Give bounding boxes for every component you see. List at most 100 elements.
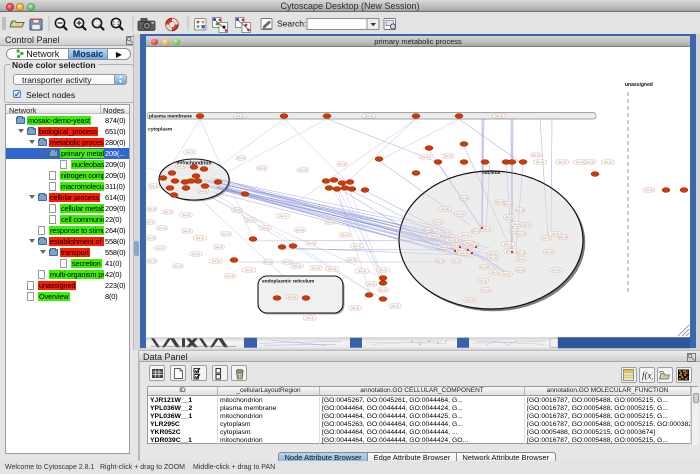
svg-text:[Go-nt]: [Go-nt] — [246, 218, 254, 222]
svg-text:[Go-nt]: [Go-nt] — [424, 228, 432, 232]
svg-text:[Go-nt]: [Go-nt] — [517, 257, 525, 261]
svg-text:[Go-nt]: [Go-nt] — [293, 264, 301, 268]
svg-text:[Go-nt]: [Go-nt] — [299, 168, 307, 172]
svg-text:[Go-nt]: [Go-nt] — [479, 279, 487, 283]
svg-text:[Go-nt]: [Go-nt] — [379, 268, 387, 272]
svg-text:[Go-nt]: [Go-nt] — [532, 153, 540, 157]
svg-text:[Go-nt]: [Go-nt] — [516, 268, 524, 272]
svg-text:[Go-nt]: [Go-nt] — [552, 268, 560, 272]
svg-text:[Go-nt]: [Go-nt] — [233, 208, 241, 212]
svg-text:[Go-nt]: [Go-nt] — [199, 189, 207, 193]
svg-text:[Go-nt]: [Go-nt] — [148, 259, 156, 263]
svg-text:[Go-nt]: [Go-nt] — [196, 236, 204, 240]
svg-text:[Go-nt]: [Go-nt] — [444, 154, 452, 158]
svg-text:[Go-nt]: [Go-nt] — [365, 114, 373, 118]
svg-text:[Go-nt]: [Go-nt] — [586, 160, 594, 164]
svg-text:[Go-nt]: [Go-nt] — [436, 259, 444, 263]
svg-text:[Go-nt]: [Go-nt] — [461, 233, 469, 237]
svg-text:[Go-nt]: [Go-nt] — [460, 196, 468, 200]
svg-text:[Go-nt]: [Go-nt] — [177, 164, 185, 168]
svg-text:[Go-nt]: [Go-nt] — [542, 236, 550, 240]
svg-text:endoplasmic reticulum: endoplasmic reticulum — [262, 279, 314, 285]
svg-text:[Go-nt]: [Go-nt] — [226, 274, 234, 278]
svg-text:[Go-nt]: [Go-nt] — [222, 232, 230, 236]
svg-text:[Go-nt]: [Go-nt] — [236, 114, 244, 118]
svg-text:[Go-nt]: [Go-nt] — [326, 220, 334, 224]
svg-text:[Go-nt]: [Go-nt] — [146, 220, 154, 224]
svg-text:[Go-nt]: [Go-nt] — [495, 114, 503, 118]
svg-text:[Go-nt]: [Go-nt] — [466, 298, 474, 302]
svg-text:[Go-nt]: [Go-nt] — [517, 251, 525, 255]
svg-text:[Go-nt]: [Go-nt] — [174, 264, 182, 268]
svg-text:[Go-nt]: [Go-nt] — [264, 260, 272, 264]
svg-text:[Go-nt]: [Go-nt] — [164, 210, 172, 214]
svg-text:[Go-nt]: [Go-nt] — [440, 245, 448, 249]
svg-text:[Go-nt]: [Go-nt] — [296, 228, 304, 232]
svg-text:[Go-nt]: [Go-nt] — [237, 156, 245, 160]
svg-text:[Go-nt]: [Go-nt] — [434, 220, 442, 224]
svg-text:[Go-nt]: [Go-nt] — [523, 223, 531, 227]
svg-text:[Go-nt]: [Go-nt] — [483, 227, 491, 231]
svg-text:nucleus: nucleus — [482, 170, 501, 176]
svg-text:[Go-nt]: [Go-nt] — [558, 160, 566, 164]
svg-text:[Go-nt]: [Go-nt] — [517, 232, 525, 236]
svg-text:[Go-nt]: [Go-nt] — [516, 208, 524, 212]
svg-text:[Go-nt]: [Go-nt] — [307, 241, 315, 245]
svg-text:[Go-nt]: [Go-nt] — [504, 242, 512, 246]
svg-text:[Go-nt]: [Go-nt] — [513, 222, 521, 226]
svg-text:[Go-nt]: [Go-nt] — [341, 233, 349, 237]
svg-text:plasma membrane: plasma membrane — [149, 114, 192, 120]
svg-text:[Go-nt]: [Go-nt] — [182, 213, 190, 217]
svg-text:[Go-nt]: [Go-nt] — [148, 207, 156, 211]
svg-text:[Go-nt]: [Go-nt] — [328, 267, 336, 271]
svg-text:[Go-nt]: [Go-nt] — [212, 259, 220, 263]
svg-text:[Go-nt]: [Go-nt] — [258, 166, 266, 170]
svg-text:[Go-nt]: [Go-nt] — [441, 207, 449, 211]
svg-text:[Go-nt]: [Go-nt] — [460, 251, 468, 255]
svg-text:[Go-nt]: [Go-nt] — [353, 244, 361, 248]
svg-text:[Go-nt]: [Go-nt] — [489, 256, 497, 260]
svg-text:[Go-nt]: [Go-nt] — [489, 252, 497, 256]
svg-text:[Go-nt]: [Go-nt] — [545, 250, 553, 254]
svg-text:[Go-nt]: [Go-nt] — [443, 230, 451, 234]
svg-text:[Go-nt]: [Go-nt] — [147, 236, 155, 240]
svg-text:[Go-nt]: [Go-nt] — [150, 184, 158, 188]
svg-text:[Go-nt]: [Go-nt] — [421, 155, 429, 159]
svg-text:[Go-nt]: [Go-nt] — [348, 258, 356, 262]
svg-text:[Go-nt]: [Go-nt] — [504, 202, 512, 206]
svg-text:[Go-nt]: [Go-nt] — [156, 246, 164, 250]
svg-text:[Go-nt]: [Go-nt] — [306, 316, 314, 320]
svg-text:[Go-nt]: [Go-nt] — [367, 282, 375, 286]
svg-text:[Go-nt]: [Go-nt] — [186, 150, 194, 154]
svg-text:[Go-nt]: [Go-nt] — [559, 235, 567, 239]
svg-text:[Go-nt]: [Go-nt] — [358, 269, 366, 273]
svg-text:f(x): f(x) — [642, 371, 653, 381]
svg-text:[Go-nt]: [Go-nt] — [351, 306, 359, 310]
svg-text:[Go-nt]: [Go-nt] — [536, 160, 544, 164]
svg-text:[Go-nt]: [Go-nt] — [551, 232, 559, 236]
svg-text:[Go-nt]: [Go-nt] — [312, 266, 320, 270]
svg-text:[Go-nt]: [Go-nt] — [430, 234, 438, 238]
svg-text:[Go-nt]: [Go-nt] — [379, 288, 387, 292]
svg-text:[Go-nt]: [Go-nt] — [452, 259, 460, 263]
svg-text:[Go-nt]: [Go-nt] — [456, 212, 464, 216]
svg-text:[Go-nt]: [Go-nt] — [245, 268, 253, 272]
svg-text:[Go-nt]: [Go-nt] — [505, 215, 513, 219]
svg-text:Search:: Search: — [277, 19, 306, 29]
svg-text:[Go-nt]: [Go-nt] — [604, 160, 612, 164]
svg-text:[Go-nt]: [Go-nt] — [192, 252, 200, 256]
svg-text:[Go-nt]: [Go-nt] — [472, 229, 480, 233]
svg-text:[Go-nt]: [Go-nt] — [158, 226, 166, 230]
svg-text:[Go-nt]: [Go-nt] — [491, 270, 499, 274]
svg-text:[Go-nt]: [Go-nt] — [183, 229, 191, 233]
svg-text:[Go-nt]: [Go-nt] — [261, 226, 269, 230]
svg-text:cytoplasm: cytoplasm — [148, 127, 173, 133]
svg-text:[Go-nt]: [Go-nt] — [502, 272, 510, 276]
svg-text:[Go-nt]: [Go-nt] — [506, 249, 514, 253]
svg-text:[Go-nt]: [Go-nt] — [283, 260, 291, 264]
svg-text:[Go-nt]: [Go-nt] — [391, 304, 399, 308]
svg-text:[Go-nt]: [Go-nt] — [279, 214, 287, 218]
svg-text:[Go-nt]: [Go-nt] — [480, 265, 488, 269]
svg-text:[Go-nt]: [Go-nt] — [448, 238, 456, 242]
svg-text:unassigned: unassigned — [625, 82, 653, 88]
